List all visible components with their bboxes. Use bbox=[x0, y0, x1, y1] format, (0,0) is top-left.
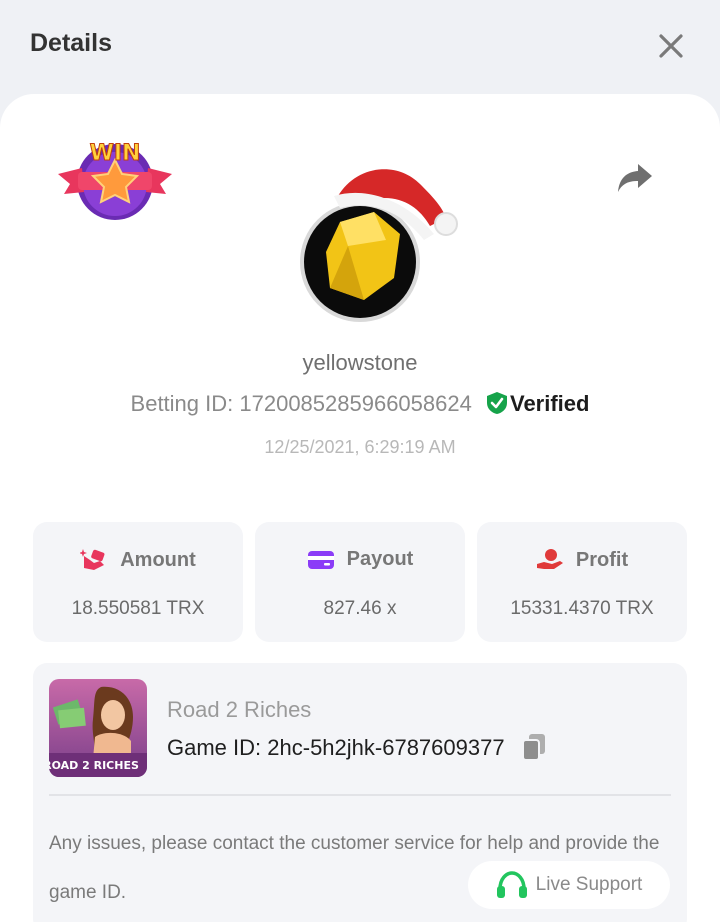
avatar bbox=[300, 169, 458, 322]
amount-icon bbox=[79, 549, 105, 570]
verified-label: Verified bbox=[509, 391, 590, 416]
live-support-button[interactable]: Live Support bbox=[468, 861, 670, 909]
profit-card: Profit 15331.4370 TRX bbox=[477, 522, 687, 642]
game-id-row: Game ID: 2hc-5h2jhk-6787609377 bbox=[167, 733, 547, 761]
username: yellowstone bbox=[302, 350, 418, 375]
win-badge-icon: WIN bbox=[58, 141, 172, 220]
profit-header: Profit bbox=[477, 548, 687, 572]
bet-timestamp: 12/25/2021, 6:29:19 AM bbox=[264, 437, 456, 457]
details-header: Details bbox=[0, 0, 720, 92]
profit-label: Profit bbox=[575, 549, 629, 571]
betting-id-value: 1720085285966058624 bbox=[239, 391, 472, 416]
betting-id-row: Betting ID: 1720085285966058624 Verified bbox=[0, 391, 720, 417]
headset-icon bbox=[496, 871, 527, 898]
game-id-label: Game ID: bbox=[167, 735, 262, 760]
amount-card: Amount 18.550581 TRX bbox=[33, 522, 243, 642]
payout-header: Payout bbox=[255, 548, 465, 571]
close-icon[interactable] bbox=[655, 30, 687, 62]
live-support-label: Live Support bbox=[535, 874, 643, 895]
copy-icon[interactable] bbox=[521, 733, 547, 761]
game-info-card: ROAD 2 RICHES Road 2 Riches Game ID: 2hc… bbox=[33, 663, 687, 922]
share-icon[interactable] bbox=[614, 160, 654, 196]
verified-shield-icon bbox=[486, 392, 507, 414]
payout-value: 827.46 x bbox=[323, 598, 397, 619]
payout-icon bbox=[307, 551, 334, 569]
divider bbox=[49, 794, 671, 796]
win-text: WIN bbox=[90, 141, 141, 166]
page-title: Details bbox=[30, 29, 112, 57]
game-id-value: 2hc-5h2jhk-6787609377 bbox=[267, 735, 505, 760]
payout-label: Payout bbox=[346, 548, 414, 570]
betting-id-label: Betting ID: bbox=[130, 391, 234, 416]
amount-value: 18.550581 TRX bbox=[71, 598, 205, 619]
game-thumbnail[interactable]: ROAD 2 RICHES bbox=[49, 679, 147, 777]
game-thumb-caption: ROAD 2 RICHES bbox=[49, 759, 139, 772]
game-name: Road 2 Riches bbox=[167, 697, 312, 722]
payout-card: Payout 827.46 x bbox=[255, 522, 465, 642]
amount-label: Amount bbox=[120, 549, 196, 571]
profit-value: 15331.4370 TRX bbox=[510, 598, 654, 619]
profit-icon bbox=[536, 549, 563, 569]
amount-header: Amount bbox=[33, 548, 243, 572]
